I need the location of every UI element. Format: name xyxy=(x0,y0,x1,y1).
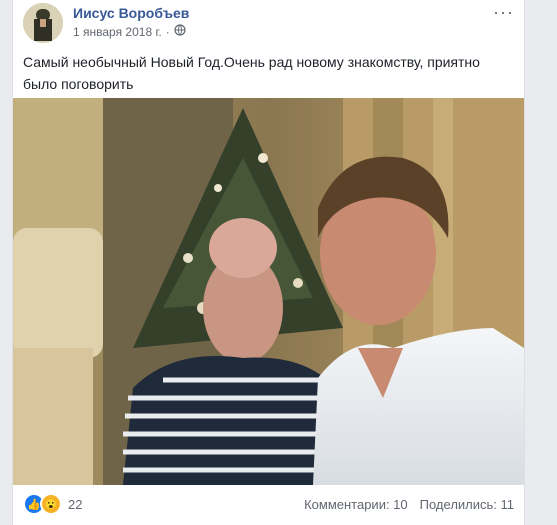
post-options-menu[interactable]: ··· xyxy=(493,2,514,23)
author-name[interactable]: Иисус Воробъев xyxy=(73,5,189,21)
post-meta: 1 января 2018 г. · xyxy=(73,24,186,39)
post-date[interactable]: 1 января 2018 г. xyxy=(73,25,162,39)
dot-separator: · xyxy=(165,24,170,39)
comments-count[interactable]: Комментарии: 10 xyxy=(304,497,408,512)
post-text: Самый необычный Новый Год.Очень рад ново… xyxy=(23,54,480,92)
post-photo[interactable] xyxy=(13,98,524,485)
post-card: Иисус Воробъев 1 января 2018 г. · ··· Са… xyxy=(12,0,525,525)
post-footer: 👍 😮 22 Комментарии: 10 Поделились: 11 xyxy=(23,492,514,516)
reactions-count[interactable]: 22 xyxy=(68,497,82,512)
reactions-summary[interactable]: 👍 😮 22 xyxy=(23,493,82,515)
shares-count[interactable]: Поделились: 11 xyxy=(420,497,514,512)
globe-icon[interactable] xyxy=(174,24,186,39)
avatar[interactable] xyxy=(23,3,63,43)
wow-icon: 😮 xyxy=(40,493,62,515)
